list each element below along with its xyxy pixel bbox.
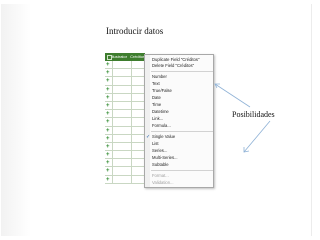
cell-divider [131, 110, 132, 118]
cell-divider [112, 142, 113, 151]
menu-item-date[interactable]: Date [152, 95, 161, 101]
menu-item-series[interactable]: Series... [152, 148, 167, 154]
cell-divider [131, 159, 132, 167]
expand-row-icon[interactable]: + [106, 168, 110, 174]
cell-divider [112, 126, 113, 134]
cell-divider [131, 93, 132, 101]
sheet-header-row: Illustrator Créditos [105, 53, 145, 61]
menu-item-multi-series[interactable]: Multi-Series... [152, 155, 178, 161]
cell-divider [131, 69, 132, 77]
menu-item-link[interactable]: Link... [152, 116, 163, 122]
menu-item-single-value[interactable]: Single Value [152, 134, 175, 140]
cell-divider [131, 101, 132, 110]
expand-row-icon[interactable]: + [106, 128, 110, 134]
menu-item-list[interactable]: List [152, 141, 159, 147]
table-row[interactable]: + [105, 175, 145, 184]
menu-item-time[interactable]: Time [152, 102, 161, 108]
table-row[interactable]: + [105, 110, 145, 119]
select-all-checkbox[interactable] [105, 53, 112, 61]
spreadsheet-grid: Illustrator Créditos + + + + + + + + + + + + + + + [105, 53, 145, 187]
cell-divider [131, 85, 132, 93]
expand-row-icon[interactable]: + [106, 111, 110, 117]
table-row[interactable]: + [105, 101, 145, 111]
cell-divider [112, 167, 113, 175]
expand-row-icon[interactable]: + [106, 87, 110, 93]
menu-separator [151, 170, 213, 171]
cell-divider [112, 69, 113, 77]
menu-item-formula[interactable]: Formula... [152, 123, 171, 129]
slide-title: Introducir datos [106, 26, 164, 36]
menu-gutter [145, 55, 150, 187]
menu-item-format: Format... [152, 173, 169, 178]
table-row[interactable]: + [105, 93, 145, 102]
cell-divider [131, 77, 132, 85]
table-row[interactable]: + [105, 126, 145, 135]
expand-row-icon[interactable]: + [106, 95, 110, 101]
menu-item-text[interactable]: Text [152, 81, 160, 87]
cell-divider [112, 85, 113, 93]
cell-divider [131, 126, 132, 134]
expand-row-icon[interactable]: + [106, 119, 110, 125]
table-row[interactable]: + [105, 167, 145, 176]
table-row[interactable]: + [105, 134, 145, 143]
menu-item-subtable[interactable]: Subtable [152, 162, 169, 168]
cell-divider [131, 61, 132, 69]
annotation-label: Posibilidades [232, 110, 275, 119]
cell-divider [112, 151, 113, 159]
expand-row-icon[interactable]: + [106, 177, 110, 183]
expand-row-icon[interactable]: + [106, 103, 110, 109]
menu-item-delete-field[interactable]: Delete Field "Créditos" [152, 63, 194, 69]
menu-item-validation: Validation... [152, 180, 174, 185]
table-row[interactable]: + [105, 85, 145, 94]
cell-divider [131, 134, 132, 142]
expand-row-icon[interactable]: + [106, 62, 110, 68]
checkmark-icon: ✓ [146, 134, 151, 140]
cell-divider [112, 175, 113, 183]
expand-row-icon[interactable]: + [106, 78, 110, 84]
cell-divider [112, 93, 113, 101]
expand-row-icon[interactable]: + [106, 160, 110, 166]
cell-divider [112, 110, 113, 118]
table-row[interactable]: + [105, 77, 145, 86]
cell-divider [112, 101, 113, 110]
field-context-menu: Duplicate Field "Créditos" Delete Field … [144, 54, 214, 188]
cell-divider [131, 151, 132, 159]
cell-divider [131, 118, 132, 126]
table-row[interactable]: + [105, 118, 145, 127]
menu-item-truefalse[interactable]: True/False [152, 88, 172, 94]
menu-item-datetime[interactable]: Datetime [152, 109, 169, 115]
cell-divider [112, 118, 113, 126]
expand-row-icon[interactable]: + [106, 152, 110, 158]
cell-divider [112, 159, 113, 167]
cell-divider [112, 61, 113, 69]
menu-item-number[interactable]: Number [152, 74, 167, 80]
table-row[interactable]: + [105, 151, 145, 160]
cell-divider [131, 142, 132, 151]
menu-separator [151, 131, 213, 132]
sheet-rows: + + + + + + + + + + + + + + + [105, 61, 145, 184]
expand-row-icon[interactable]: + [106, 70, 110, 76]
table-row[interactable]: + [105, 61, 145, 70]
column-header-creditos[interactable]: Créditos [127, 53, 145, 61]
cell-divider [112, 134, 113, 142]
cell-divider [131, 175, 132, 183]
table-row[interactable]: + [105, 69, 145, 78]
expand-row-icon[interactable]: + [106, 136, 110, 142]
table-row[interactable]: + [105, 159, 145, 168]
table-row[interactable]: + [105, 142, 145, 152]
expand-row-icon[interactable]: + [106, 144, 110, 150]
menu-separator [151, 71, 213, 72]
cell-divider [112, 77, 113, 85]
cell-divider [131, 167, 132, 175]
